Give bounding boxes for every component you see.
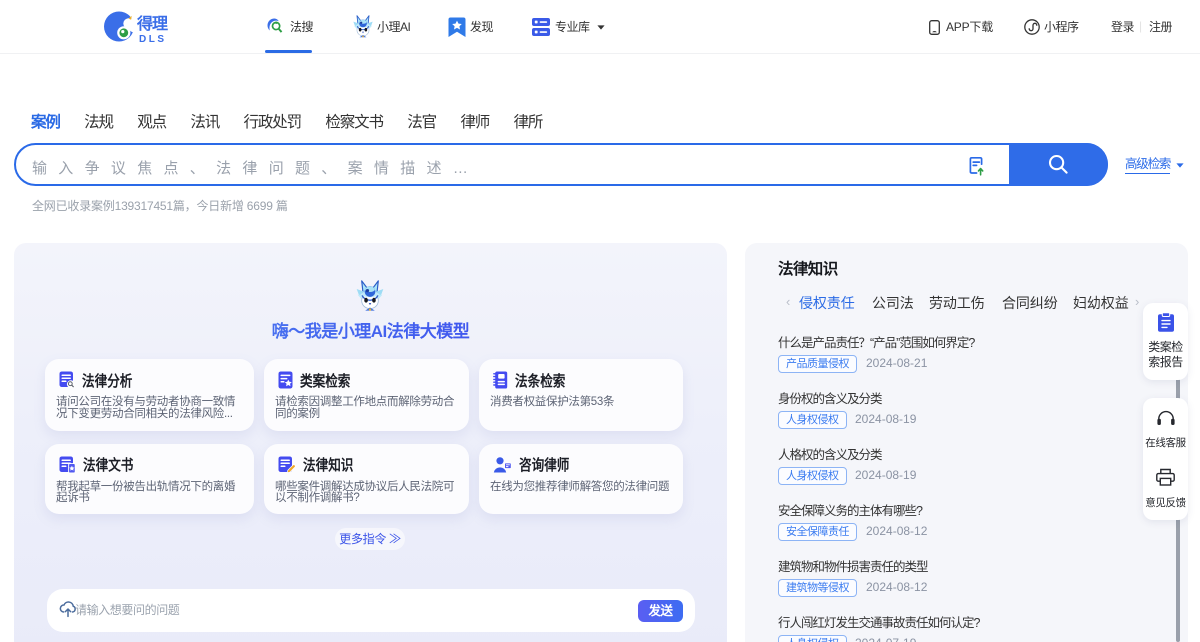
svg-text:得理: 得理 [136,14,168,33]
svg-text:DLS: DLS [139,34,167,44]
